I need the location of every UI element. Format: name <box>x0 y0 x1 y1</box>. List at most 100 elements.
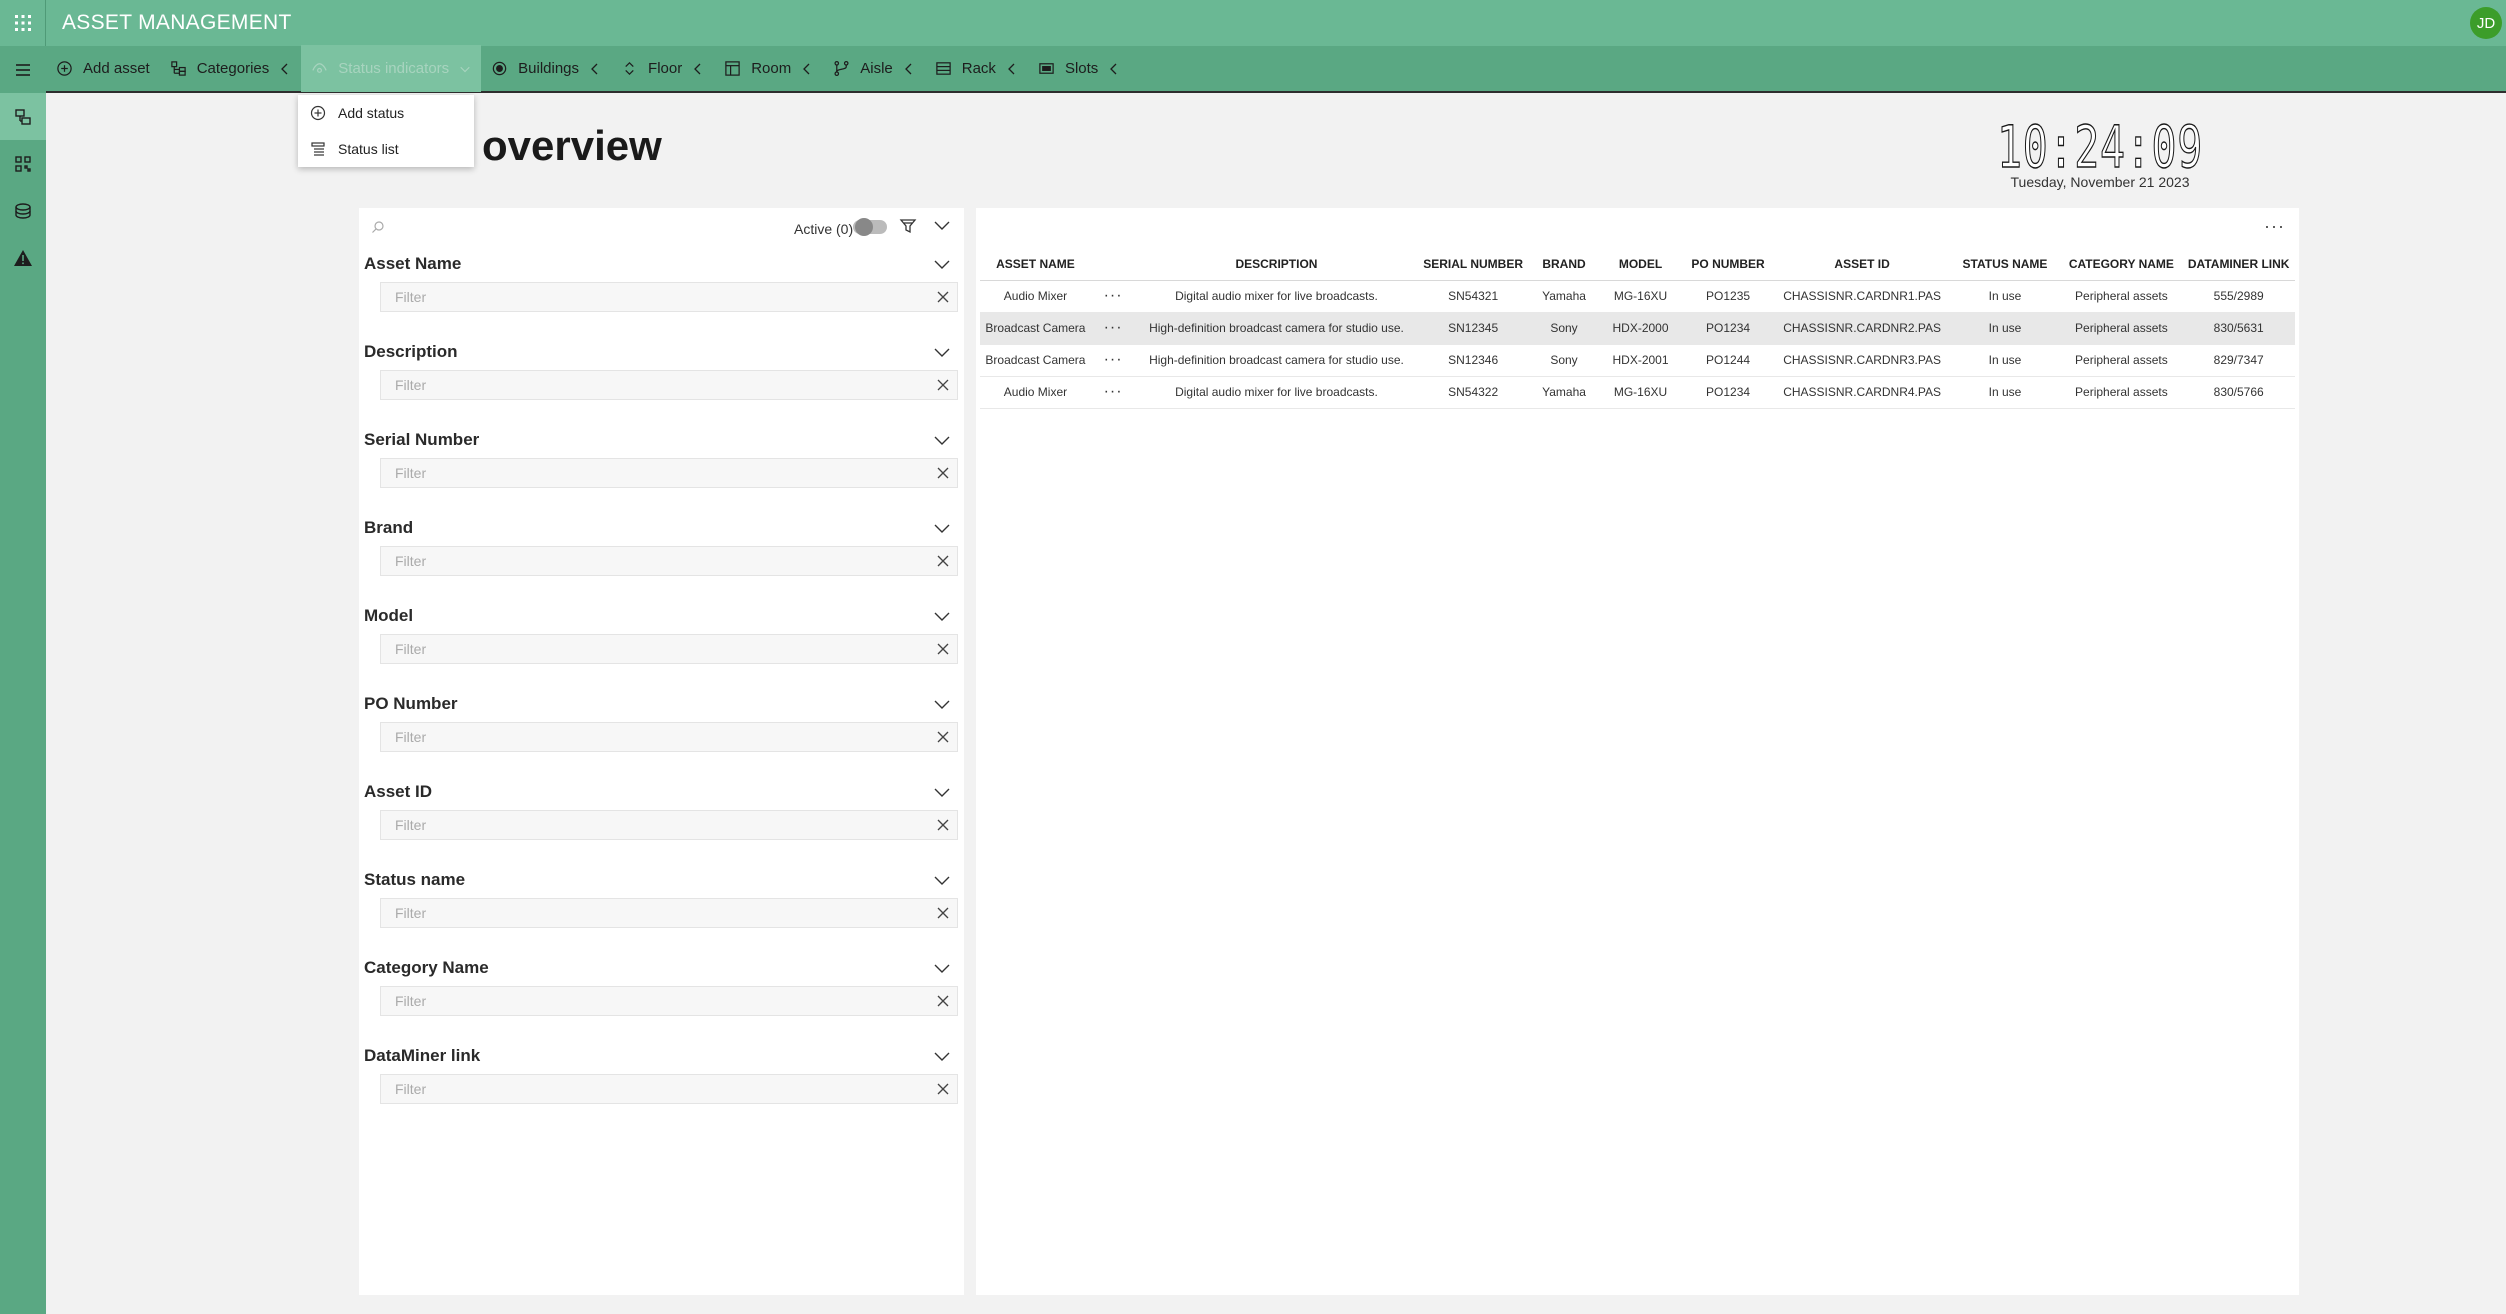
table-cell: 555/2989 <box>2182 280 2295 313</box>
filter-input[interactable] <box>381 723 921 751</box>
room-icon <box>725 61 740 76</box>
table-row[interactable]: Audio Mixer ··· Digital audio mixer for li… <box>980 280 2295 313</box>
column-header[interactable]: CATEGORY NAME <box>2060 248 2183 281</box>
active-filter-toggle[interactable] <box>853 218 887 236</box>
user-avatar[interactable]: JD <box>2470 7 2502 39</box>
chevron-down-icon[interactable] <box>933 434 951 448</box>
filter-input[interactable] <box>381 899 921 927</box>
filter-input[interactable] <box>381 635 921 663</box>
table-cell: 830/5766 <box>2182 376 2295 409</box>
status-indicators-menu[interactable]: Status indicators <box>301 45 482 92</box>
rack-label: Rack <box>961 60 996 77</box>
chevron-left-icon <box>694 63 701 74</box>
column-header[interactable]: ASSET ID <box>1774 248 1950 281</box>
status-list-menu-item[interactable]: Status list <box>298 131 474 167</box>
chevron-down-icon[interactable] <box>933 786 951 800</box>
clear-icon[interactable] <box>937 467 949 479</box>
clear-icon[interactable] <box>937 731 949 743</box>
filter-input[interactable] <box>381 1075 921 1103</box>
column-header[interactable]: PO NUMBER <box>1681 248 1775 281</box>
chevron-down-icon[interactable] <box>933 258 951 272</box>
table-cell: High-definition broadcast camera for stu… <box>1135 344 1418 377</box>
filter-funnel-icon[interactable] <box>899 217 917 235</box>
clear-icon[interactable] <box>937 995 949 1007</box>
table-row[interactable]: Audio Mixer ··· Digital audio mixer for li… <box>980 376 2295 409</box>
filter-input[interactable] <box>381 987 921 1015</box>
filter-input[interactable] <box>381 811 921 839</box>
table-cell: CHASSISNR.CARDNR1.PAS <box>1774 280 1950 313</box>
chevron-left-icon <box>803 63 810 74</box>
column-header[interactable]: DESCRIPTION <box>1135 248 1418 281</box>
filter-section-label: Brand <box>364 518 414 537</box>
room-menu[interactable]: Room <box>714 45 823 92</box>
table-row[interactable]: Broadcast Camera ··· High-definition broad… <box>980 312 2295 345</box>
aisle-label: Aisle <box>860 60 893 77</box>
column-header[interactable]: ASSET NAME <box>980 248 1091 281</box>
chevron-down-icon[interactable] <box>933 218 951 234</box>
chevron-down-icon[interactable] <box>933 1050 951 1064</box>
filter-panel: Active (0) Asset Name Description Serial N… <box>359 208 964 1295</box>
aisle-menu[interactable]: Aisle <box>823 45 925 92</box>
clear-icon[interactable] <box>937 819 949 831</box>
filter-input[interactable] <box>381 371 921 399</box>
column-header[interactable]: SERIAL NUMBER <box>1417 248 1529 281</box>
chevron-down-icon[interactable] <box>933 962 951 976</box>
branch-icon <box>834 60 849 77</box>
apps-grid-icon[interactable] <box>0 0 46 46</box>
table-cell: Broadcast Camera <box>980 312 1091 345</box>
row-actions-icon[interactable]: ··· <box>1090 312 1136 345</box>
row-actions-icon[interactable]: ··· <box>1090 376 1136 409</box>
slots-label: Slots <box>1064 60 1099 77</box>
clear-icon[interactable] <box>937 291 949 303</box>
buildings-menu[interactable]: Buildings <box>481 45 611 92</box>
chevron-down-icon[interactable] <box>933 346 951 360</box>
column-header[interactable] <box>1090 248 1136 281</box>
rack-menu[interactable]: Rack <box>925 45 1028 92</box>
clear-icon[interactable] <box>937 643 949 655</box>
categories-menu[interactable]: Categories <box>160 45 302 92</box>
column-header[interactable]: MODEL <box>1599 248 1682 281</box>
filter-section: Asset Name <box>359 244 964 332</box>
filter-section: PO Number <box>359 684 964 772</box>
row-actions-icon[interactable]: ··· <box>1090 280 1136 313</box>
clear-icon[interactable] <box>937 379 949 391</box>
filter-section-label: Asset Name <box>364 254 462 273</box>
database-nav-icon[interactable] <box>0 187 46 234</box>
add-status-menu-item[interactable]: Add status <box>298 95 474 131</box>
chevron-down-icon[interactable] <box>933 522 951 536</box>
clear-icon[interactable] <box>937 555 949 567</box>
filter-input[interactable] <box>381 459 921 487</box>
qr-code-nav-icon[interactable] <box>0 140 46 187</box>
table-cell: PO1234 <box>1681 312 1775 345</box>
add-asset-button[interactable]: Add asset <box>46 45 160 92</box>
table-cell: SN12345 <box>1417 312 1529 345</box>
more-options-icon[interactable]: ··· <box>2264 216 2285 237</box>
chevron-down-icon[interactable] <box>933 610 951 624</box>
clock-date: Tuesday, November 21 2023 <box>2010 174 2190 190</box>
chevron-down-icon[interactable] <box>933 874 951 888</box>
table-cell: Audio Mixer <box>980 280 1091 313</box>
column-header[interactable]: DATAMINER LINK <box>2182 248 2295 281</box>
filter-input-box <box>380 634 958 664</box>
floor-menu[interactable]: Floor <box>611 45 714 92</box>
row-actions-icon[interactable]: ··· <box>1090 344 1136 377</box>
table-cell: Digital audio mixer for live broadcasts. <box>1135 280 1418 313</box>
table-cell: Sony <box>1528 312 1600 345</box>
filter-input[interactable] <box>381 547 921 575</box>
clear-icon[interactable] <box>937 907 949 919</box>
top-bar: ASSET MANAGEMENT JD <box>0 0 2506 46</box>
search-icon[interactable] <box>371 220 385 234</box>
filter-input[interactable] <box>381 283 921 311</box>
warning-nav-icon[interactable] <box>0 234 46 281</box>
clear-icon[interactable] <box>937 1083 949 1095</box>
table-row[interactable]: Broadcast Camera ··· High-definition broad… <box>980 344 2295 377</box>
slots-menu[interactable]: Slots <box>1028 45 1130 92</box>
filter-section: Asset ID <box>359 772 964 860</box>
column-header[interactable]: BRAND <box>1528 248 1600 281</box>
hamburger-menu-icon[interactable] <box>0 46 46 93</box>
chevron-down-icon[interactable] <box>933 698 951 712</box>
table-cell: Yamaha <box>1528 376 1600 409</box>
asset-overview-nav-icon[interactable] <box>0 93 46 140</box>
column-header[interactable]: STATUS NAME <box>1949 248 2061 281</box>
rack-icon <box>936 62 951 75</box>
